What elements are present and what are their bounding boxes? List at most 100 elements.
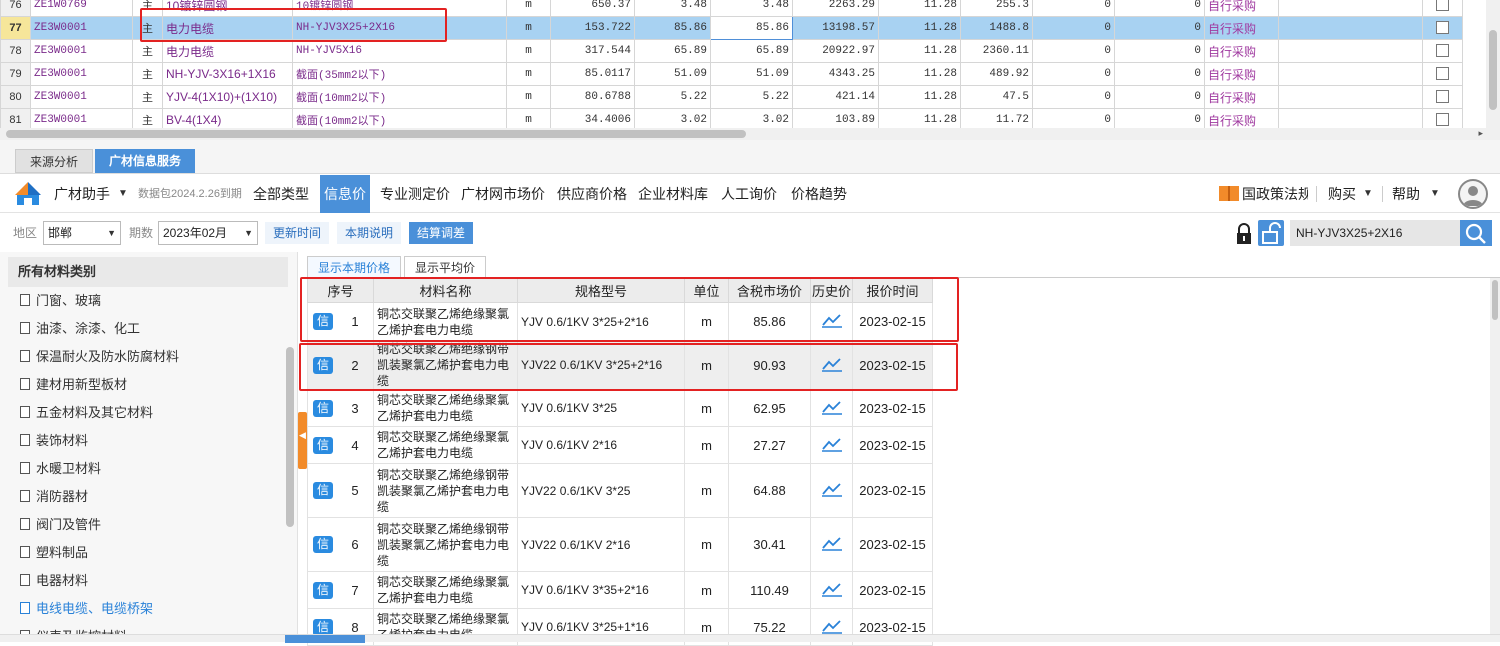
grid-cell-type[interactable]: 主: [132, 16, 163, 40]
col-material-name[interactable]: 材料名称: [373, 278, 518, 303]
checkbox-icon[interactable]: [1436, 113, 1449, 127]
price-row[interactable]: 信 2 铜芯交联聚乙烯绝缘钢带凯装聚氯乙烯护套电力电缆 YJV22 0.6/1KV 3…: [307, 340, 933, 390]
grid-row[interactable]: 77 ZE3W0001 主电力电缆 NH-YJV3X25+2X16 m 153.722 85…: [0, 16, 1463, 40]
nav-enterprise-library[interactable]: 企业材料库: [634, 175, 712, 213]
grid-cell-unit[interactable]: m: [506, 0, 551, 17]
sidebar-item[interactable]: 五金材料及其它材料: [20, 399, 153, 427]
grid-cell-c1[interactable]: 0: [1032, 85, 1115, 109]
collapse-sidebar-button[interactable]: ◀: [298, 412, 307, 469]
period-notes-button[interactable]: 本期说明: [337, 222, 402, 244]
grid-cell-amt[interactable]: 4343.25: [792, 62, 879, 86]
grid-cell-spec[interactable]: 截面(10mm2以下): [292, 108, 507, 128]
settlement-adjust-button[interactable]: 结算调差: [409, 222, 474, 244]
grid-cell-tax[interactable]: 1488.8: [960, 16, 1033, 40]
grid-cell-qty[interactable]: 85.0117: [550, 62, 635, 86]
tab-current-price[interactable]: 显示本期价格: [307, 256, 402, 278]
grid-cell-src[interactable]: 自行采购: [1204, 85, 1279, 109]
tab-average-price[interactable]: 显示平均价: [404, 256, 487, 278]
trend-chart-icon[interactable]: [821, 356, 843, 372]
grid-cell-p1[interactable]: 65.89: [634, 39, 711, 63]
search-input[interactable]: [1290, 220, 1460, 246]
trend-chart-icon[interactable]: [821, 535, 843, 551]
grid-cell-type[interactable]: 主: [132, 39, 163, 63]
sidebar-item[interactable]: 阀门及管件: [20, 511, 101, 539]
grid-cell-spec[interactable]: NH-YJV5X16: [292, 39, 507, 63]
price-row[interactable]: 信 1 铜芯交联聚乙烯绝缘聚氯乙烯护套电力电缆 YJV 0.6/1KV 3*25+2*…: [307, 302, 933, 341]
avatar-icon[interactable]: [1458, 179, 1488, 209]
nav-info-price[interactable]: 信息价: [320, 175, 370, 213]
grid-cell-c1[interactable]: 0: [1032, 62, 1115, 86]
grid-cell-code[interactable]: ZE1W0769: [30, 0, 133, 17]
grid-cell-qty[interactable]: 80.6788: [550, 85, 635, 109]
grid-cell-c2[interactable]: 0: [1114, 62, 1205, 86]
grid-cell-amt[interactable]: 421.14: [792, 85, 879, 109]
grid-cell-unit[interactable]: m: [506, 108, 551, 128]
grid-cell-c1[interactable]: 0: [1032, 39, 1115, 63]
grid-cell-spec[interactable]: 截面(35mm2以下): [292, 62, 507, 86]
grid-cell-p1[interactable]: 5.22: [634, 85, 711, 109]
trend-chart-icon[interactable]: [821, 312, 843, 328]
grid-row[interactable]: 79 ZE3W0001 主 NH-YJV-3X16+1X16 截面(35mm2以下) m 8…: [0, 62, 1463, 86]
info-badge[interactable]: 信: [313, 581, 333, 599]
grid-cell-name[interactable]: 电力电缆: [162, 39, 293, 63]
grid-cell-name[interactable]: 10镀锌圆钢: [162, 0, 293, 17]
grid-cell-unit[interactable]: m: [506, 39, 551, 63]
sidebar-item[interactable]: 门窗、玻璃: [20, 287, 101, 315]
policy-link[interactable]: 国政策法规: [1242, 175, 1308, 213]
grid-cell-code[interactable]: ZE3W0001: [30, 39, 133, 63]
grid-cell-rate[interactable]: 11.28: [878, 85, 961, 109]
update-time-button[interactable]: 更新时间: [265, 222, 330, 244]
grid-cell-code[interactable]: ZE3W0001: [30, 108, 133, 128]
grid-cell-c2[interactable]: 0: [1114, 108, 1205, 128]
grid-cell-name[interactable]: BV-4(1X4): [162, 108, 293, 128]
grid-cell-type[interactable]: 主: [132, 0, 163, 17]
grid-cell-no[interactable]: 78: [0, 39, 31, 63]
nav-manual-inquiry[interactable]: 人工询价: [717, 175, 781, 213]
checkbox-icon[interactable]: [1436, 21, 1449, 35]
grid-cell-no[interactable]: 80: [0, 85, 31, 109]
sidebar-item[interactable]: 装饰材料: [20, 427, 88, 455]
trend-chart-icon[interactable]: [821, 399, 843, 415]
caret-down-icon[interactable]: ▼: [118, 175, 128, 213]
grid-cell-p2[interactable]: 85.86: [710, 16, 793, 40]
col-price[interactable]: 含税市场价: [728, 278, 811, 303]
grid-cell-spec[interactable]: 10镀锌圆钢: [292, 0, 507, 17]
grid-cell-qty[interactable]: 650.37: [550, 0, 635, 17]
search-button[interactable]: [1460, 220, 1492, 246]
caret-down-icon[interactable]: ▼: [107, 222, 116, 244]
nav-price-trend[interactable]: 价格趋势: [787, 175, 851, 213]
grid-cell-unit[interactable]: m: [506, 16, 551, 40]
scroll-thumb[interactable]: [6, 130, 746, 138]
nav-market-price[interactable]: 广材网市场价: [457, 175, 549, 213]
info-badge[interactable]: 信: [313, 618, 333, 636]
grid-cell-src[interactable]: 自行采购: [1204, 62, 1279, 86]
grid-cell-src[interactable]: 自行采购: [1204, 39, 1279, 63]
grid-cell-type[interactable]: 主: [132, 85, 163, 109]
grid-row[interactable]: 76 ZE1W0769 主 10镀锌圆钢 10镀锌圆钢 m 650.37 3.48 3.48 22…: [0, 0, 1463, 17]
scroll-thumb[interactable]: [1492, 280, 1498, 320]
col-quote-date[interactable]: 报价时间: [852, 278, 933, 303]
grid-cell-code[interactable]: ZE3W0001: [30, 62, 133, 86]
grid-cell-type[interactable]: 主: [132, 62, 163, 86]
grid-cell-code[interactable]: ZE3W0001: [30, 85, 133, 109]
col-history[interactable]: 历史价: [810, 278, 853, 303]
info-badge[interactable]: 信: [313, 536, 333, 553]
grid-cell-c2[interactable]: 0: [1114, 16, 1205, 40]
grid-cell-tax[interactable]: 489.92: [960, 62, 1033, 86]
period-select[interactable]: 2023年02月 ▼: [158, 221, 258, 245]
grid-cell-rate[interactable]: 11.28: [878, 39, 961, 63]
unlock-icon[interactable]: [1258, 220, 1284, 246]
grid-cell-p2[interactable]: 3.48: [710, 0, 793, 17]
tab-source-analysis[interactable]: 来源分析: [15, 149, 94, 173]
result-scrollbar[interactable]: [1490, 278, 1500, 642]
grid-cell-qty[interactable]: 34.4006: [550, 108, 635, 128]
region-select[interactable]: 邯郸 ▼: [43, 221, 121, 245]
grid-cell-c2[interactable]: 0: [1114, 85, 1205, 109]
grid-cell-amt[interactable]: 103.89: [792, 108, 879, 128]
grid-cell-p1[interactable]: 3.48: [634, 0, 711, 17]
buy-menu[interactable]: 购买: [1328, 175, 1356, 213]
sidebar-item[interactable]: 电线电缆、电缆桥架: [20, 595, 153, 623]
grid-cell-p2[interactable]: 5.22: [710, 85, 793, 109]
grid-cell-tax[interactable]: 11.72: [960, 108, 1033, 128]
grid-cell-c1[interactable]: 0: [1032, 0, 1115, 17]
